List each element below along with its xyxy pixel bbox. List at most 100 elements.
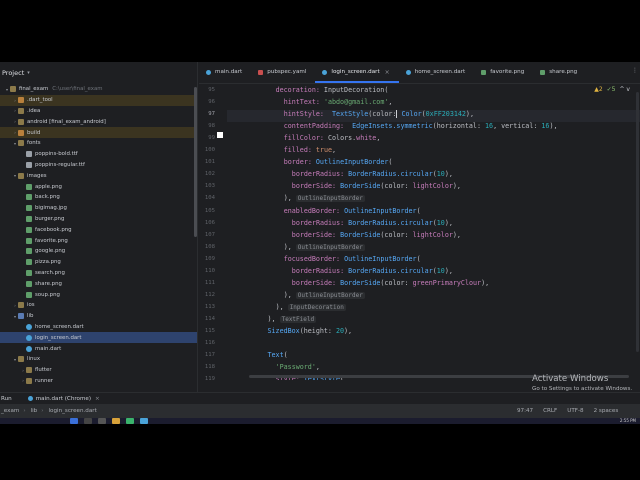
tree-item[interactable]: home_screen.dart (0, 322, 197, 333)
line-number: 115 (204, 328, 215, 334)
code-line[interactable]: hintStyle: TextStyle(color: Color(0xFF20… (227, 110, 640, 123)
tree-item[interactable]: soup.png (0, 289, 197, 300)
inlay-hint: OutlineInputBorder (295, 291, 365, 299)
code-line[interactable]: 'Password', (227, 363, 320, 375)
code-line[interactable]: borderSide: BorderSide(color: lightColor… (227, 231, 461, 243)
tree-item[interactable]: ▾ lib (0, 311, 197, 322)
code-line[interactable]: ), TextField (227, 315, 317, 327)
tree-item[interactable]: google.png (0, 246, 197, 257)
code-line[interactable]: ), OutlineInputBorder (227, 291, 365, 303)
status-bar: _exam › lib › login_screen.dart 97:47 CR… (0, 404, 640, 418)
editor-tab[interactable]: login_screen.dart × (315, 62, 400, 83)
vertical-scrollbar[interactable] (636, 92, 639, 352)
tree-item[interactable]: facebook.png (0, 224, 197, 235)
tree-item[interactable]: search.png (0, 268, 197, 279)
code-editor[interactable]: decoration: InputDecoration(hintText: 'a… (227, 84, 640, 380)
tree-item[interactable]: share.png (0, 278, 197, 289)
code-line[interactable]: SizedBox(height: 20), (227, 327, 353, 339)
browser-icon[interactable] (126, 418, 134, 424)
tree-item[interactable]: › android [final_exam_android] (0, 116, 197, 127)
code-line[interactable]: ), OutlineInputBorder (227, 243, 365, 255)
tree-item[interactable]: ▾ final_exam C:\user\final_exam (0, 84, 197, 95)
search-icon[interactable] (84, 418, 92, 424)
code-line[interactable]: Text( (227, 351, 288, 363)
code-token: borderSide: (291, 230, 341, 239)
tree-item[interactable]: › flutter (0, 365, 197, 376)
breadcrumb-2[interactable]: login_screen.dart (49, 408, 97, 414)
explorer-icon[interactable] (112, 418, 120, 424)
image-file-icon (26, 194, 32, 201)
breadcrumb-1[interactable]: lib (31, 408, 38, 414)
ide-app-icon[interactable] (140, 418, 148, 424)
file-encoding[interactable]: UTF-8 (567, 408, 583, 414)
code-line[interactable]: ), InputDecoration (227, 303, 346, 315)
run-config-tab[interactable]: main.dart (Chrome) × (27, 396, 100, 402)
tree-item[interactable]: main.dart (0, 343, 197, 354)
taskbar-clock[interactable]: 2:55 PM (620, 418, 636, 423)
tree-item[interactable]: › .dart_tool (0, 94, 197, 106)
code-line[interactable]: focusedBorder: OutlineInputBorder( (227, 255, 421, 267)
code-line[interactable]: borderRadius: BorderRadius.circular(10), (227, 219, 453, 231)
chevron-down-icon[interactable]: ▾ (27, 70, 30, 76)
inspection-nav[interactable]: ^ v (620, 86, 631, 93)
tree-item[interactable]: back.png (0, 192, 197, 203)
code-line[interactable]: contentPadding: EdgeInsets.symmetric(hor… (227, 122, 558, 134)
task-view-icon[interactable] (98, 418, 106, 424)
more-tabs-icon[interactable]: ⋮ (632, 67, 638, 74)
editor-tab[interactable]: pubspec.yaml (251, 62, 315, 83)
tree-item[interactable]: login_screen.dart (0, 332, 197, 344)
tree-item[interactable]: › ios (0, 300, 197, 311)
tree-item[interactable]: ▾ linux (0, 354, 197, 365)
code-token: ), (444, 266, 453, 275)
tree-item[interactable]: pizza.png (0, 257, 197, 268)
editor-tab[interactable]: share.png (533, 62, 586, 83)
tree-item[interactable]: › runner (0, 376, 197, 387)
close-icon[interactable]: × (385, 69, 390, 76)
line-number: 112 (204, 291, 215, 298)
tree-item[interactable]: › build (0, 127, 197, 138)
code-line[interactable]: borderRadius: BorderRadius.circular(10), (227, 267, 453, 279)
image-file-icon (26, 237, 32, 244)
editor-tab[interactable]: main.dart (199, 62, 251, 83)
code-line[interactable]: borderSide: BorderSide(color: greenPrima… (227, 279, 489, 291)
tree-item[interactable]: burger.png (0, 214, 197, 225)
run-label[interactable]: Run (1, 396, 12, 402)
tree-item[interactable]: ▾ images (0, 170, 197, 181)
start-icon[interactable] (70, 418, 78, 424)
ok-count[interactable]: ✓5 (607, 86, 616, 93)
line-number: 109 (204, 255, 215, 262)
tree-item[interactable]: favorite.png (0, 235, 197, 246)
tree-item[interactable]: apple.png (0, 181, 197, 192)
code-line[interactable]: fillColor: Colors.white, (227, 134, 381, 146)
tree-item[interactable]: ▾ fonts (0, 138, 197, 149)
tree-item[interactable]: poppins-regular.ttf (0, 160, 197, 171)
code-line[interactable]: enabledBorder: OutlineInputBorder( (227, 207, 421, 219)
code-line[interactable]: filled: true, (227, 146, 336, 158)
code-line[interactable]: borderSide: BorderSide(color: lightColor… (227, 182, 461, 194)
close-icon[interactable]: × (95, 396, 100, 402)
dart-file-icon (322, 69, 328, 75)
bookmark-icon[interactable] (217, 132, 223, 138)
project-scrollbar[interactable] (194, 87, 197, 237)
editor-tab[interactable]: favorite.png (474, 62, 533, 83)
breadcrumb-0[interactable]: _exam (1, 408, 19, 414)
tree-item[interactable]: › .idea (0, 106, 197, 117)
line-separator[interactable]: CRLF (543, 408, 557, 414)
tree-item-label: ios (27, 302, 35, 309)
code-line[interactable]: border: OutlineInputBorder( (227, 158, 393, 170)
code-line[interactable]: borderRadius: BorderRadius.circular(10), (227, 170, 453, 182)
editor-tab-label: login_screen.dart (331, 69, 380, 75)
tree-item[interactable]: poppins-bold.ttf (0, 149, 197, 160)
caret-position[interactable]: 97:47 (517, 408, 533, 414)
inspection-widget[interactable]: ▲2 ✓5 ^ v (594, 86, 630, 93)
horizontal-scrollbar[interactable] (249, 375, 629, 378)
project-header[interactable]: Project ▾ (0, 62, 197, 84)
indent-setting[interactable]: 2 spaces (594, 408, 619, 414)
code-line[interactable]: decoration: InputDecoration( (227, 86, 389, 98)
editor-tab[interactable]: home_screen.dart (399, 62, 475, 83)
tree-item[interactable]: bigimag.jpg (0, 203, 197, 214)
dart-file-icon (26, 334, 32, 341)
code-line[interactable]: ), OutlineInputBorder (227, 194, 365, 206)
code-line[interactable]: hintText: 'abdo@gmail.com', (227, 98, 393, 110)
warning-count[interactable]: ▲2 (594, 86, 602, 93)
